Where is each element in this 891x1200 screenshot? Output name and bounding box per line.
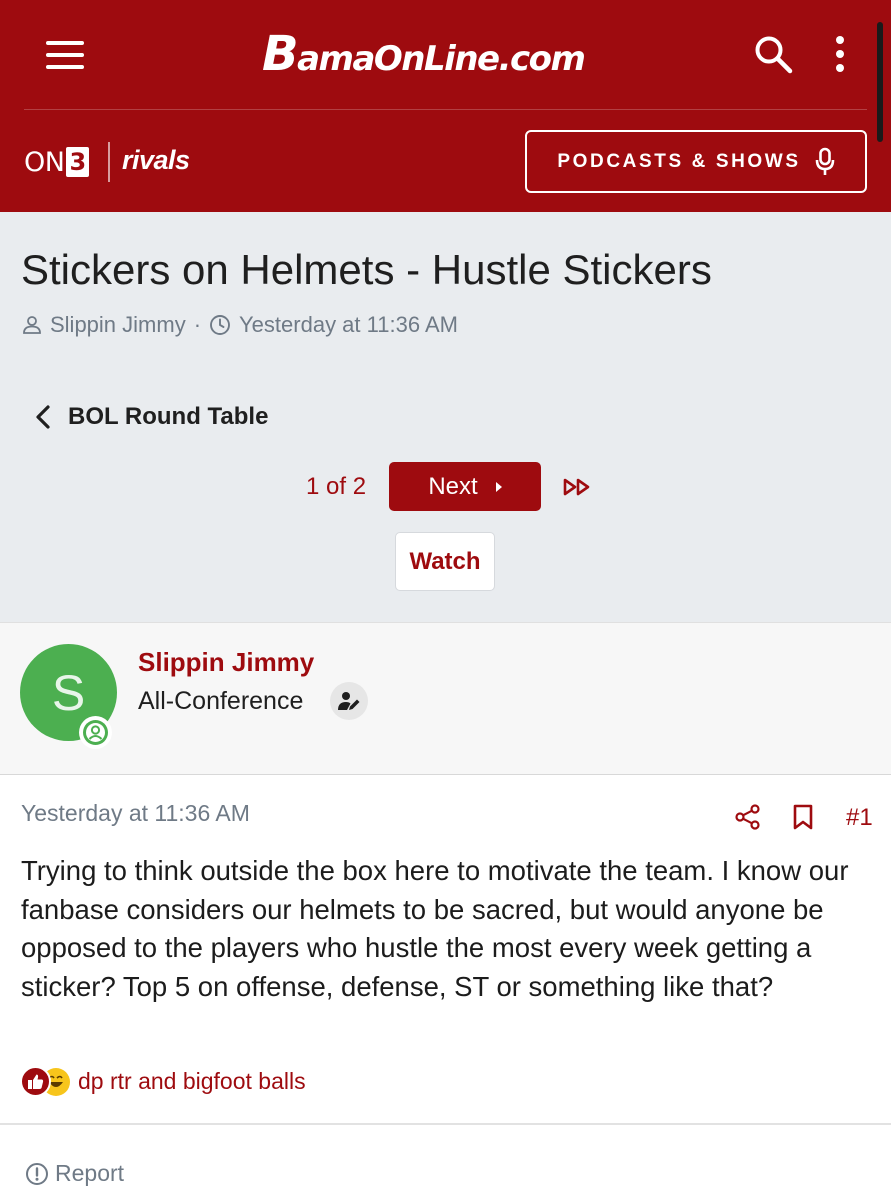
alert-circle-icon — [26, 1162, 48, 1185]
thread-title: Stickers on Helmets - Hustle Stickers — [21, 246, 712, 293]
rivals-logo[interactable]: rivals — [122, 145, 190, 176]
post-date[interactable]: Yesterday at 11:36 AM — [21, 800, 250, 827]
caret-right-icon — [495, 481, 502, 492]
report-label: Report — [55, 1160, 125, 1186]
pagination: 1 of 2 Next — [0, 462, 891, 512]
site-logo[interactable]: BamaOnLine.com — [262, 30, 586, 79]
brand-divider — [108, 142, 110, 182]
meta-separator: · — [193, 312, 202, 337]
menu-icon[interactable] — [46, 41, 84, 69]
chevron-left-icon — [36, 405, 50, 429]
user-circle-icon — [83, 720, 108, 745]
page-indicator[interactable]: 1 of 2 — [306, 473, 366, 501]
thread-author[interactable]: Slippin Jimmy — [50, 312, 186, 338]
reaction-users: dp rtr and bigfoot balls — [78, 1068, 306, 1094]
breadcrumb-back[interactable]: BOL Round Table — [34, 403, 268, 431]
bookmark-icon[interactable] — [792, 804, 814, 830]
logo-rest: amaOnLine.com — [297, 39, 586, 79]
on3-logo-text: ON — [24, 146, 65, 178]
on3-logo[interactable]: ON 3 — [24, 145, 89, 179]
thread-date[interactable]: Yesterday at 11:36 AM — [239, 312, 458, 338]
post-author-block: S Slippin Jimmy All-Conference — [0, 622, 891, 775]
user-edit-icon — [338, 692, 360, 710]
share-icon[interactable] — [735, 804, 761, 830]
site-header: BamaOnLine.com ON 3 rivals PODCASTS & SHO… — [0, 0, 891, 212]
clock-icon — [210, 315, 230, 335]
logo-initial: B — [262, 26, 299, 82]
microphone-icon — [815, 147, 834, 175]
reactions-bar[interactable]: dp rtr and bigfoot balls — [20, 1066, 306, 1097]
like-icon — [20, 1066, 51, 1097]
user-icon — [23, 316, 41, 334]
podcasts-shows-button[interactable]: PODCASTS & SHOWS — [525, 130, 867, 193]
thread-header: Stickers on Helmets - Hustle Stickers Sl… — [0, 212, 891, 622]
more-options-icon[interactable] — [832, 36, 848, 74]
scrollbar[interactable] — [877, 22, 883, 142]
next-label: Next — [428, 472, 478, 500]
watch-button[interactable]: Watch — [395, 532, 495, 591]
post-permalink[interactable]: #1 — [846, 804, 873, 832]
last-page-icon[interactable] — [563, 477, 593, 497]
user-rank: All-Conference — [138, 687, 304, 715]
next-page-button[interactable]: Next — [389, 462, 541, 511]
on3-logo-mark: 3 — [66, 147, 89, 177]
post-divider — [0, 1123, 891, 1125]
header-divider — [24, 109, 867, 110]
thread-meta: Slippin Jimmy · Yesterday at 11:36 AM — [22, 312, 458, 338]
podcasts-shows-label: PODCASTS & SHOWS — [557, 150, 801, 172]
post-body: Trying to think outside the box here to … — [21, 855, 849, 1002]
post-author-name[interactable]: Slippin Jimmy — [138, 647, 314, 678]
breadcrumb-forum: BOL Round Table — [68, 403, 269, 430]
rank-badge[interactable] — [330, 682, 368, 720]
report-button[interactable]: Report — [25, 1160, 124, 1187]
online-status-icon — [79, 716, 112, 749]
search-icon[interactable] — [752, 33, 794, 75]
